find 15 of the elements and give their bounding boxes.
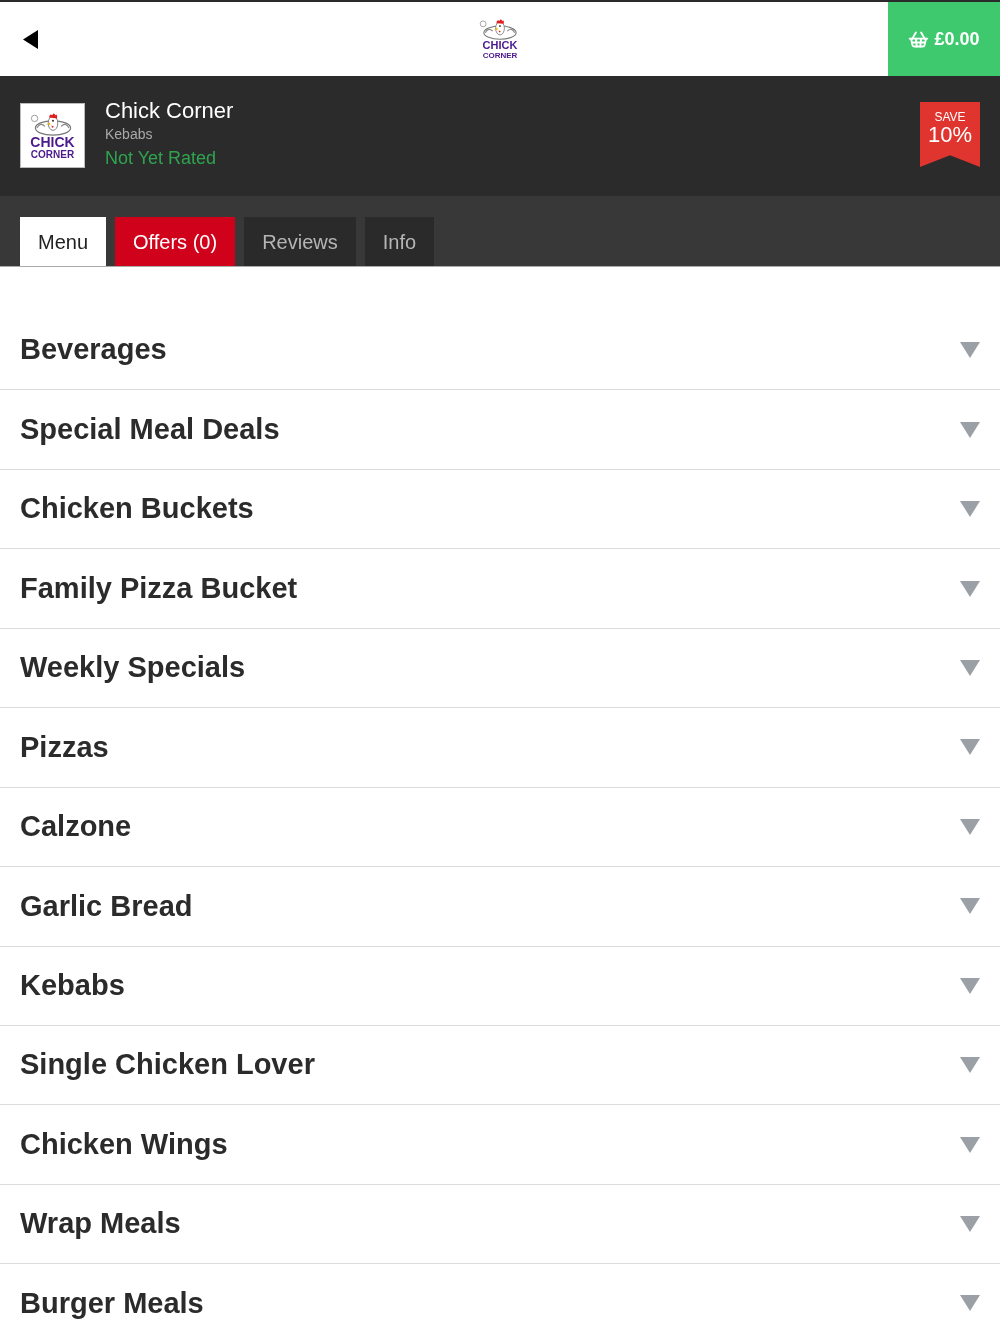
logo-text: CORNER [30, 148, 75, 160]
ribbon-label: SAVE [934, 111, 966, 124]
tab[interactable]: Info [364, 217, 435, 266]
logo-text: CHICK [30, 135, 75, 149]
rating-text: Not Yet Rated [105, 147, 218, 170]
logo-text: CORNER [482, 51, 518, 60]
tab[interactable]: Offers (0) [115, 217, 236, 266]
cuisine-label: Kebabs [105, 125, 154, 143]
restaurant-name: Chick Corner [105, 97, 234, 125]
tab[interactable]: Reviews [244, 217, 356, 266]
back-arrow-icon [22, 29, 38, 49]
back-button[interactable] [22, 29, 38, 49]
tab[interactable]: Menu [20, 217, 107, 266]
logo-text: CHICK [482, 40, 518, 51]
ribbon-value: 10% [927, 124, 972, 146]
